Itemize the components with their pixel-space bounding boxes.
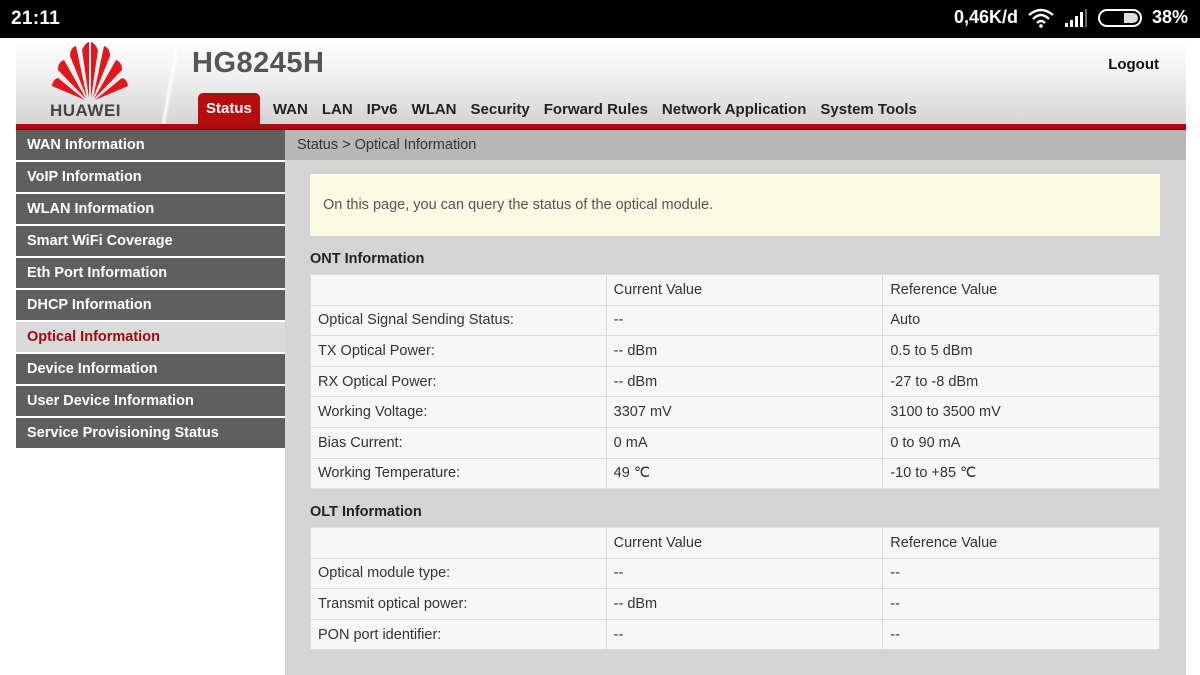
tab-ipv6[interactable]: IPv6 <box>360 95 405 124</box>
battery-level: 38% <box>1151 7 1188 27</box>
table-row: RX Optical Power: -- dBm -27 to -8 dBm <box>310 365 1160 398</box>
sidebar-item-user-device-information[interactable]: User Device Information <box>16 386 285 416</box>
tab-wlan[interactable]: WLAN <box>405 95 464 124</box>
device-model: HG8245H <box>192 47 325 79</box>
reference-value: -- <box>882 618 1160 651</box>
ont-information-title: ONT Information <box>310 251 425 267</box>
row-label: Optical Signal Sending Status: <box>310 304 607 337</box>
sidebar-item-device-information[interactable]: Device Information <box>16 354 285 384</box>
current-value: -- dBm <box>605 365 884 398</box>
tab-wan[interactable]: WAN <box>266 95 315 124</box>
table-row: Working Voltage: 3307 mV 3100 to 3500 mV <box>310 396 1160 428</box>
sidebar-item-eth-port-information[interactable]: Eth Port Information <box>16 258 285 288</box>
table-header-row: Current Value Reference Value <box>310 527 1160 559</box>
sidebar-item-dhcp-information[interactable]: DHCP Information <box>16 290 285 320</box>
header-cell: Current Value <box>605 274 884 306</box>
battery-icon <box>1097 8 1142 27</box>
table-row: TX Optical Power: -- dBm 0.5 to 5 dBm <box>310 335 1160 367</box>
tab-network-application[interactable]: Network Application <box>655 95 813 124</box>
network-speed: 0,46K/d <box>953 7 1018 27</box>
current-value: -- <box>605 618 884 651</box>
table-row: Optical Signal Sending Status: -- Auto <box>310 304 1160 337</box>
reference-value: Auto <box>882 304 1160 337</box>
table-row: Optical module type: -- -- <box>310 557 1160 590</box>
current-value: 0 mA <box>605 426 884 459</box>
current-value: -- dBm <box>605 335 884 367</box>
current-value: 49 ℃ <box>605 457 884 490</box>
sidebar-item-voip-information[interactable]: VoIP Information <box>16 162 285 192</box>
sidebar: WAN Information VoIP Information WLAN In… <box>16 130 285 675</box>
header-divider <box>162 38 180 124</box>
brand-name: HUAWEI <box>50 101 121 120</box>
reference-value: -- <box>882 557 1160 590</box>
huawei-petals-icon <box>52 42 128 100</box>
breadcrumb: Status > Optical Information <box>285 130 1186 160</box>
row-label: PON port identifier: <box>310 618 607 651</box>
reference-value: -- <box>882 588 1160 620</box>
header: HUAWEI HG8245H Logout Status WAN LAN IPv… <box>16 38 1186 124</box>
page-description: On this page, you can query the status o… <box>310 174 1160 236</box>
current-value: -- <box>605 304 884 337</box>
row-label: RX Optical Power: <box>310 365 607 398</box>
status-icons: 0,46K/d 38% <box>954 7 1188 28</box>
reference-value: -10 to +85 ℃ <box>882 457 1160 490</box>
header-cell: Reference Value <box>882 527 1160 559</box>
logout-link[interactable]: Logout <box>1108 56 1159 73</box>
current-value: 3307 mV <box>605 396 884 428</box>
router-web-page: HUAWEI HG8245H Logout Status WAN LAN IPv… <box>16 38 1186 675</box>
table-row: Bias Current: 0 mA 0 to 90 mA <box>310 426 1160 459</box>
sidebar-item-smart-wifi-coverage[interactable]: Smart WiFi Coverage <box>16 226 285 256</box>
ont-information-table: Current Value Reference Value Optical Si… <box>310 274 1160 490</box>
tab-security[interactable]: Security <box>464 95 537 124</box>
reference-value: 3100 to 3500 mV <box>882 396 1160 428</box>
reference-value: -27 to -8 dBm <box>882 365 1160 398</box>
sidebar-item-service-provisioning-status[interactable]: Service Provisioning Status <box>16 418 285 448</box>
header-cell <box>310 274 607 306</box>
row-label: Optical module type: <box>310 557 607 590</box>
table-row: Working Temperature: 49 ℃ -10 to +85 ℃ <box>310 457 1160 490</box>
table-row: PON port identifier: -- -- <box>310 618 1160 651</box>
signal-icon <box>1064 8 1087 27</box>
row-label: Transmit optical power: <box>310 588 607 620</box>
reference-value: 0 to 90 mA <box>882 426 1160 459</box>
row-label: TX Optical Power: <box>310 335 607 367</box>
wifi-icon <box>1028 8 1054 28</box>
clock: 21:11 <box>11 8 61 29</box>
main-content: Status > Optical Information On this pag… <box>285 130 1186 675</box>
tab-forward-rules[interactable]: Forward Rules <box>537 95 655 124</box>
olt-information-title: OLT Information <box>310 504 422 520</box>
tab-lan[interactable]: LAN <box>315 95 360 124</box>
huawei-logo: HUAWEI <box>42 42 138 120</box>
row-label: Bias Current: <box>310 426 607 459</box>
table-row: Transmit optical power: -- dBm -- <box>310 588 1160 620</box>
table-header-row: Current Value Reference Value <box>310 274 1160 306</box>
header-cell: Current Value <box>605 527 884 559</box>
current-value: -- dBm <box>605 588 884 620</box>
tab-status[interactable]: Status <box>198 93 260 124</box>
row-label: Working Temperature: <box>310 457 607 490</box>
sidebar-item-wlan-information[interactable]: WLAN Information <box>16 194 285 224</box>
header-cell: Reference Value <box>882 274 1160 306</box>
sidebar-item-optical-information[interactable]: Optical Information <box>16 322 285 352</box>
top-navigation: Status WAN LAN IPv6 WLAN Security Forwar… <box>198 93 924 124</box>
reference-value: 0.5 to 5 dBm <box>882 335 1160 367</box>
android-status-bar: 21:11 0,46K/d 38% <box>0 0 1200 38</box>
current-value: -- <box>605 557 884 590</box>
row-label: Working Voltage: <box>310 396 607 428</box>
header-cell <box>310 527 607 559</box>
tab-system-tools[interactable]: System Tools <box>813 95 923 124</box>
sidebar-item-wan-information[interactable]: WAN Information <box>16 130 285 160</box>
olt-information-table: Current Value Reference Value Optical mo… <box>310 527 1160 651</box>
